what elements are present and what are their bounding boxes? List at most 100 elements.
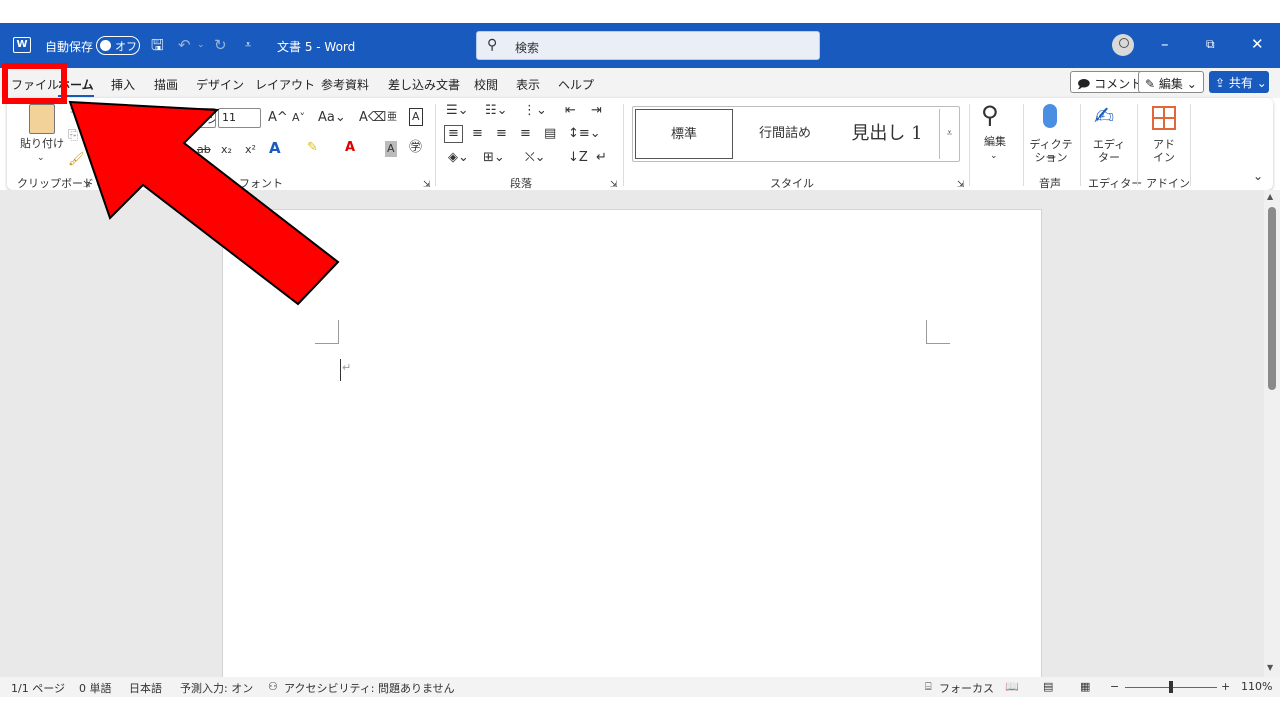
share-button[interactable]: ⇪ 共有 ⌄: [1209, 71, 1269, 93]
read-mode-icon[interactable]: 📖: [1005, 680, 1019, 693]
editing-mode-button[interactable]: ✎ 編集 ⌄: [1138, 71, 1204, 93]
search-box[interactable]: ⚲ 検索: [476, 31, 820, 60]
web-layout-icon[interactable]: ▦: [1080, 680, 1090, 693]
save-icon[interactable]: 🖫: [151, 36, 164, 54]
highlight-color-icon[interactable]: ✎: [307, 140, 318, 156]
scroll-down-icon[interactable]: ▼: [1267, 663, 1273, 672]
increase-indent-icon[interactable]: ⇥: [591, 103, 602, 119]
scrollbar-thumb[interactable]: [1268, 207, 1276, 390]
style-normal[interactable]: 標準: [635, 109, 733, 159]
autosave-toggle[interactable]: オフ: [96, 36, 140, 55]
phonetic-guide-icon[interactable]: 亜: [387, 110, 397, 126]
addin-label-line2[interactable]: イン: [1147, 151, 1181, 164]
zoom-out-button[interactable]: −: [1110, 680, 1119, 693]
vertical-scrollbar[interactable]: ▲ ▼: [1264, 190, 1280, 677]
superscript-icon[interactable]: x²: [245, 142, 256, 158]
align-right-icon[interactable]: ≡: [496, 126, 507, 142]
grow-font-icon[interactable]: A^: [268, 110, 288, 126]
sort-icon[interactable]: ↓Z: [568, 150, 588, 166]
format-painter-icon[interactable]: 🖌: [68, 152, 85, 168]
tab-draw[interactable]: 描画: [154, 76, 178, 93]
tab-view[interactable]: 表示: [516, 76, 540, 93]
paste-dropdown-icon[interactable]: ⌄: [37, 150, 45, 166]
enclose-characters-icon[interactable]: ㊫: [409, 140, 422, 156]
font-color-icon[interactable]: A: [345, 140, 355, 156]
dictate-label-line2[interactable]: ション: [1026, 151, 1076, 164]
bullets-icon[interactable]: ☰⌄: [446, 103, 469, 119]
decrease-indent-icon[interactable]: ⇤: [565, 103, 576, 119]
focus-mode[interactable]: フォーカス: [939, 680, 994, 696]
line-spacing-icon[interactable]: ↕≡⌄: [568, 126, 601, 142]
numbering-icon[interactable]: ☷⌄: [485, 103, 508, 119]
asian-layout-icon[interactable]: ⛌⌄: [525, 150, 546, 166]
editor-label-line2[interactable]: ター: [1087, 151, 1131, 164]
tab-insert[interactable]: 挿入: [111, 76, 135, 93]
character-shading-icon[interactable]: A: [385, 141, 397, 157]
tab-review[interactable]: 校閲: [474, 76, 498, 93]
tab-design[interactable]: デザイン: [196, 76, 244, 93]
language[interactable]: 日本語: [129, 680, 162, 696]
show-marks-icon[interactable]: ↵: [596, 150, 607, 166]
font-size-combo[interactable]: 11: [218, 108, 261, 128]
tab-help[interactable]: ヘルプ: [558, 76, 594, 93]
status-bar: 1/1 ページ 0 単語 日本語 予測入力: オン ⚇ アクセシビリティ: 問題…: [0, 677, 1280, 697]
change-case-icon[interactable]: Aa⌄: [318, 110, 346, 126]
document-title: 文書 5 - Word: [277, 40, 356, 54]
undo-dropdown-icon[interactable]: ⌄: [197, 36, 205, 54]
editing-dropdown-icon[interactable]: ⌄: [990, 148, 998, 164]
find-search-icon[interactable]: ⚲: [981, 101, 999, 129]
close-button[interactable]: ✕: [1251, 35, 1264, 53]
multilevel-list-icon[interactable]: ⋮⌄: [523, 103, 547, 119]
editor-label-line1[interactable]: エディ: [1087, 138, 1131, 151]
zoom-level[interactable]: 110%: [1241, 680, 1272, 693]
redo-icon[interactable]: ↻: [214, 36, 227, 54]
subscript-icon[interactable]: x₂: [221, 142, 232, 158]
editing-label[interactable]: 編集: [977, 135, 1013, 148]
editor-icon[interactable]: ✍: [1094, 102, 1114, 130]
separator: [1080, 104, 1081, 186]
collapse-ribbon-icon[interactable]: ⌄: [1253, 168, 1263, 184]
customize-toolbar-icon[interactable]: ⩡: [245, 36, 251, 54]
document-page[interactable]: ↵: [222, 209, 1042, 689]
paragraph-group-label: 段落: [510, 177, 532, 190]
tab-references[interactable]: 参考資料: [321, 76, 369, 93]
print-layout-icon[interactable]: ▤: [1043, 680, 1053, 693]
word-count[interactable]: 0 単語: [79, 680, 112, 696]
annotation-highlight-box: [2, 63, 67, 104]
align-left-icon[interactable]: ≡: [444, 125, 463, 143]
style-no-spacing[interactable]: 行間詰め: [735, 109, 835, 159]
shrink-font-icon[interactable]: A˅: [292, 110, 305, 126]
restore-button[interactable]: ⧉: [1206, 37, 1215, 52]
style-heading-1[interactable]: 見出し 1: [837, 109, 937, 159]
separator: [1137, 104, 1138, 186]
account-avatar-icon[interactable]: [1112, 34, 1134, 56]
addins-grid-icon[interactable]: [1152, 106, 1176, 130]
microphone-icon[interactable]: [1043, 104, 1057, 128]
borders-icon[interactable]: ⊞⌄: [483, 150, 505, 166]
strikethrough-icon[interactable]: ab: [197, 142, 211, 158]
copy-icon[interactable]: ⎘: [68, 128, 78, 144]
accessibility-status[interactable]: アクセシビリティ: 問題ありません: [284, 680, 455, 696]
align-center-icon[interactable]: ≡: [472, 126, 483, 142]
justify-icon[interactable]: ≡: [520, 126, 531, 142]
clear-formatting-icon[interactable]: A⌫: [359, 110, 386, 126]
text-effects-icon[interactable]: A: [269, 140, 281, 156]
zoom-slider-thumb[interactable]: [1169, 681, 1173, 693]
character-border-icon[interactable]: A: [409, 108, 423, 126]
minimize-button[interactable]: –: [1161, 35, 1169, 53]
page-count[interactable]: 1/1 ページ: [11, 680, 65, 696]
addin-label-line1[interactable]: アド: [1147, 138, 1181, 151]
paste-icon[interactable]: [29, 104, 55, 134]
tab-mailings[interactable]: 差し込み文書: [388, 76, 460, 93]
predictive-input[interactable]: 予測入力: オン: [180, 680, 253, 696]
distributed-icon[interactable]: ▤: [544, 126, 556, 142]
undo-icon[interactable]: ↶: [178, 36, 191, 54]
font-name-combo[interactable]: 游明朝 (本文のフォント): [107, 108, 216, 128]
share-icon: ⇪: [1215, 76, 1226, 90]
scroll-up-icon[interactable]: ▲: [1267, 192, 1273, 201]
shading-icon[interactable]: ◈⌄: [448, 150, 469, 166]
cut-icon[interactable]: ✂: [70, 104, 81, 120]
styles-more-icon[interactable]: ⩡: [939, 109, 959, 159]
zoom-in-button[interactable]: +: [1221, 680, 1230, 693]
tab-layout[interactable]: レイアウト: [255, 76, 315, 93]
